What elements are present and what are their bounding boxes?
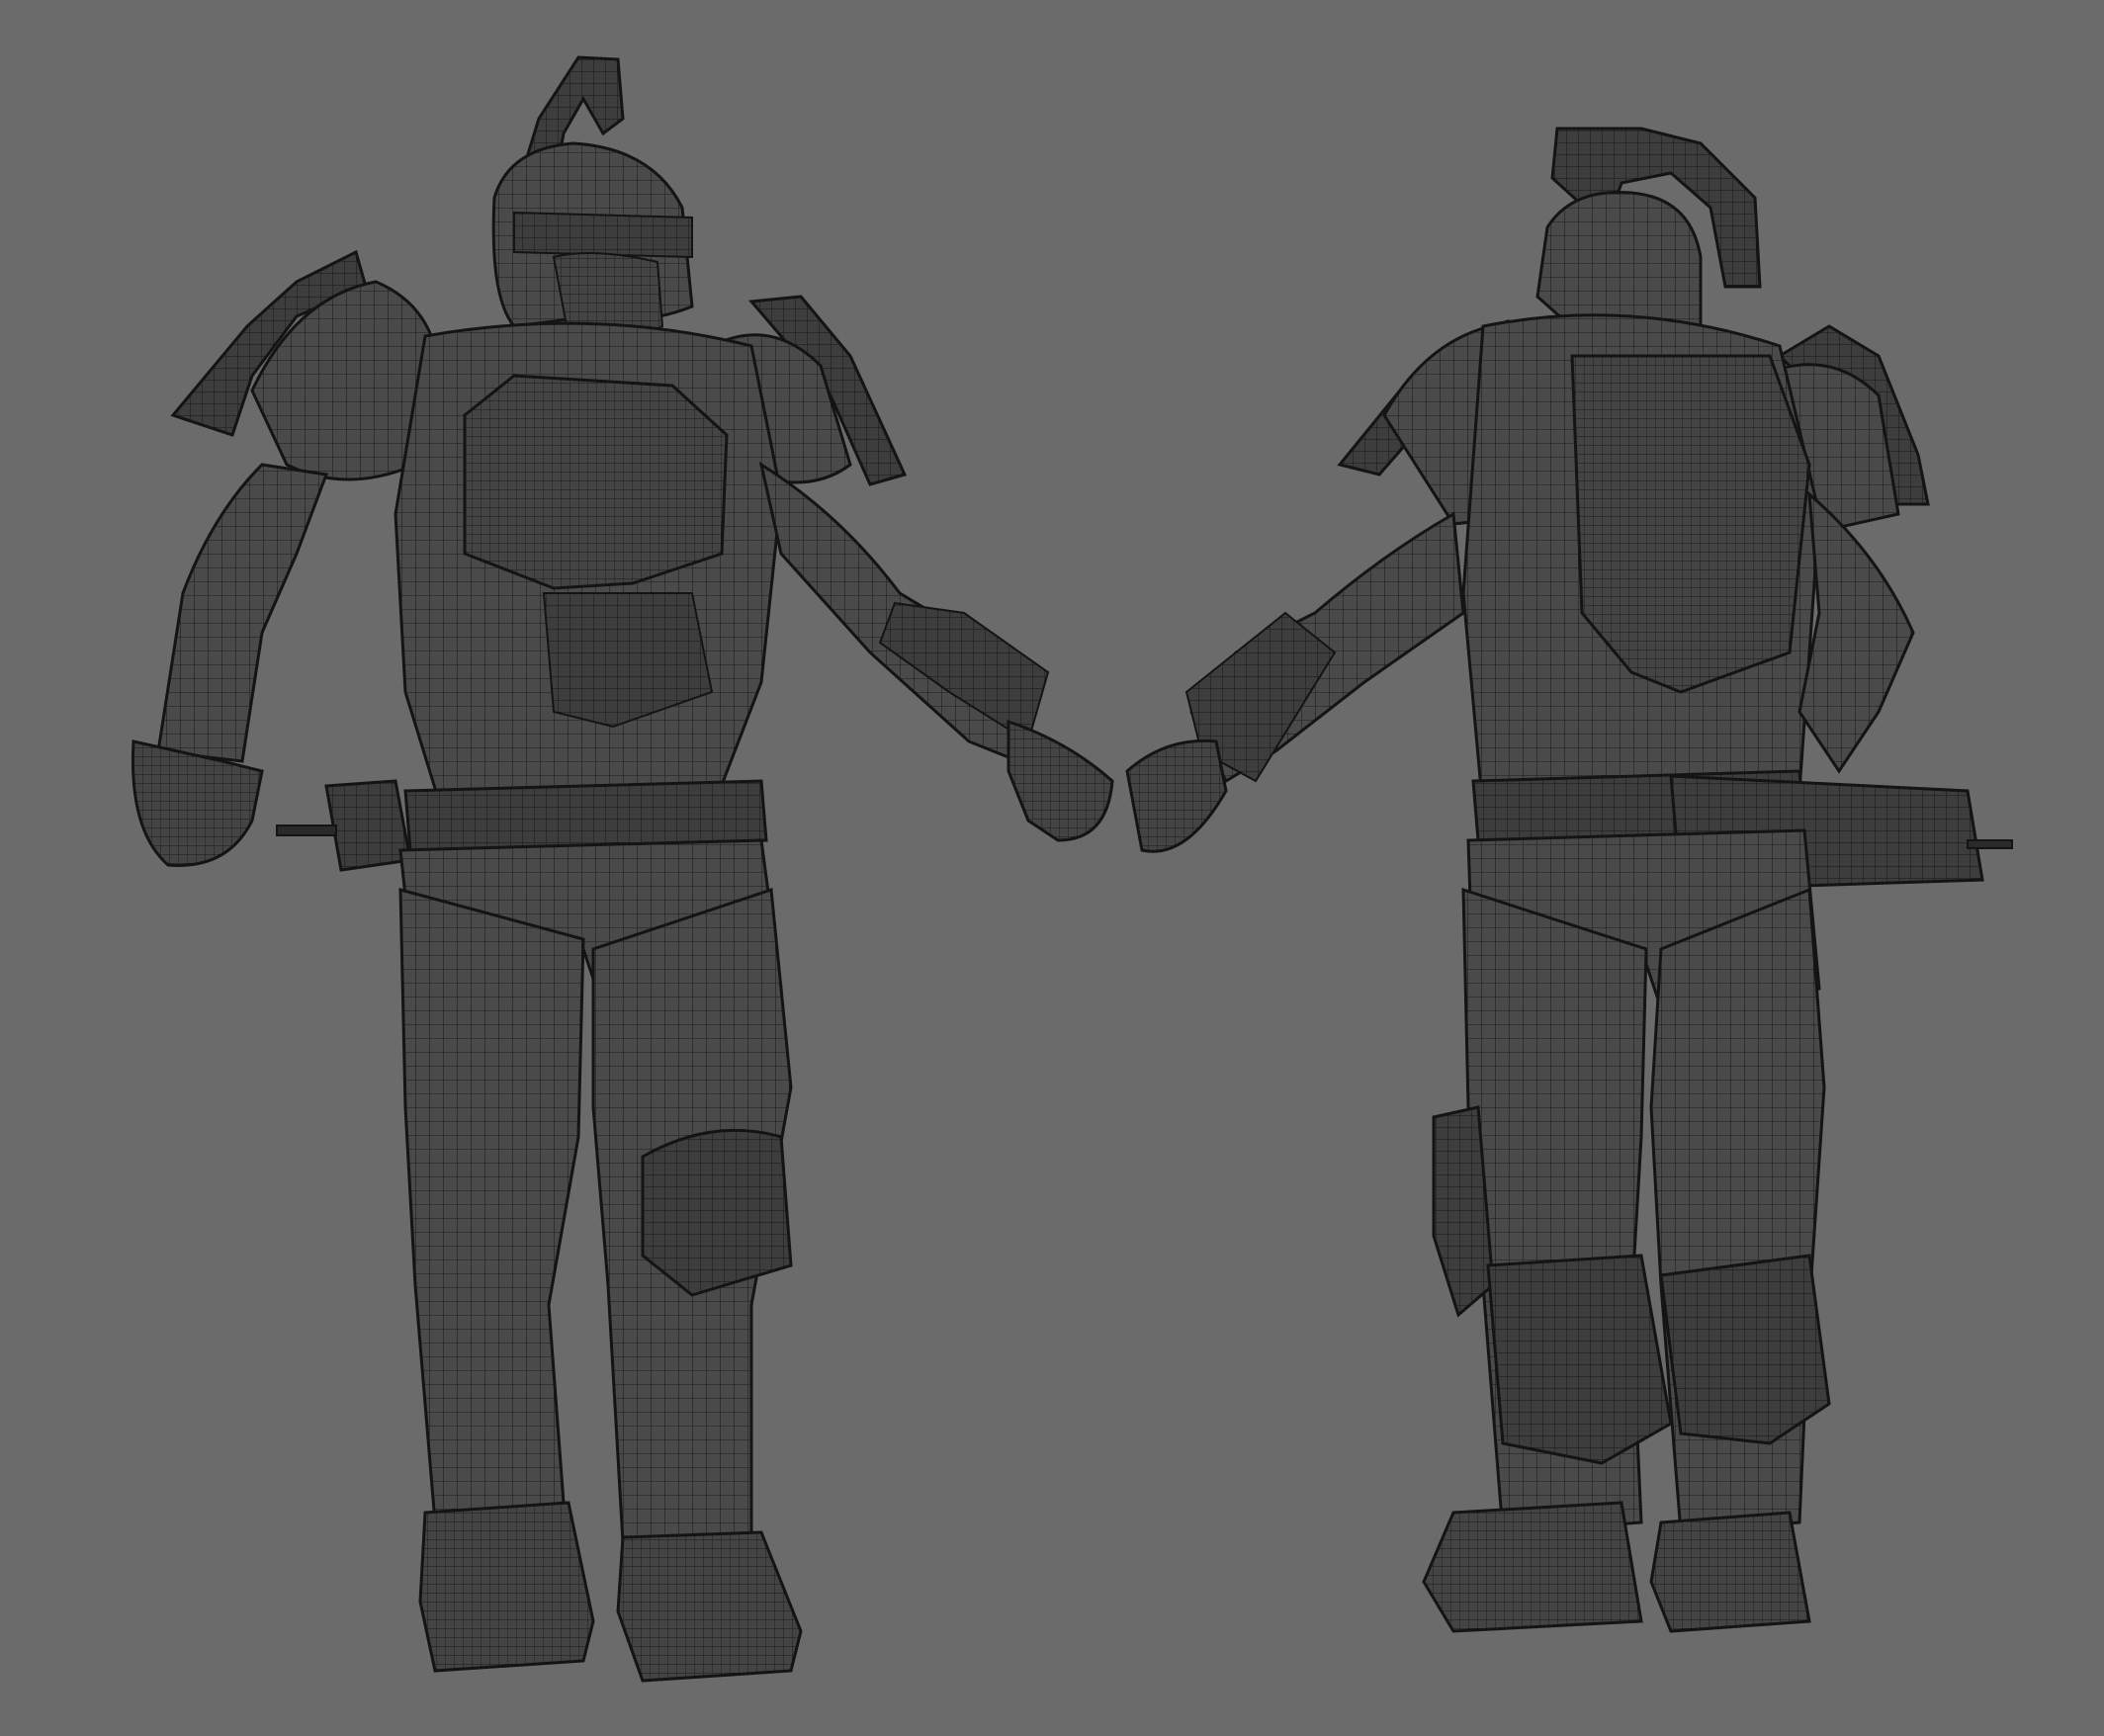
belt-front <box>403 779 768 852</box>
arm-left-front <box>156 463 329 763</box>
backpack <box>1570 354 1811 694</box>
boot-right-back <box>1649 1511 1811 1633</box>
calf-guard-left-back <box>1486 1254 1673 1465</box>
calf-guard-right-back <box>1659 1254 1831 1445</box>
holster-rod-front <box>276 825 337 836</box>
hand-left-back <box>1125 738 1228 853</box>
arm-right-back <box>1797 490 1915 774</box>
helmet-visor-front <box>513 211 693 259</box>
holster-left-front <box>324 779 412 872</box>
knee-pad-right-front <box>641 1128 793 1297</box>
hand-right-front <box>1007 719 1114 842</box>
boot-right-front <box>616 1530 803 1683</box>
weapon-rod-back <box>1967 839 2013 849</box>
wireframe-scene <box>131 55 2013 1683</box>
leg-left-front <box>398 888 585 1524</box>
character-front-view[interactable] <box>131 55 1114 1683</box>
boot-left-back <box>1422 1501 1643 1633</box>
boot-left-front <box>418 1501 595 1673</box>
3d-viewport[interactable] <box>0 0 2104 1736</box>
character-back-view[interactable] <box>1125 127 2013 1633</box>
chest-plate-front <box>463 374 729 590</box>
